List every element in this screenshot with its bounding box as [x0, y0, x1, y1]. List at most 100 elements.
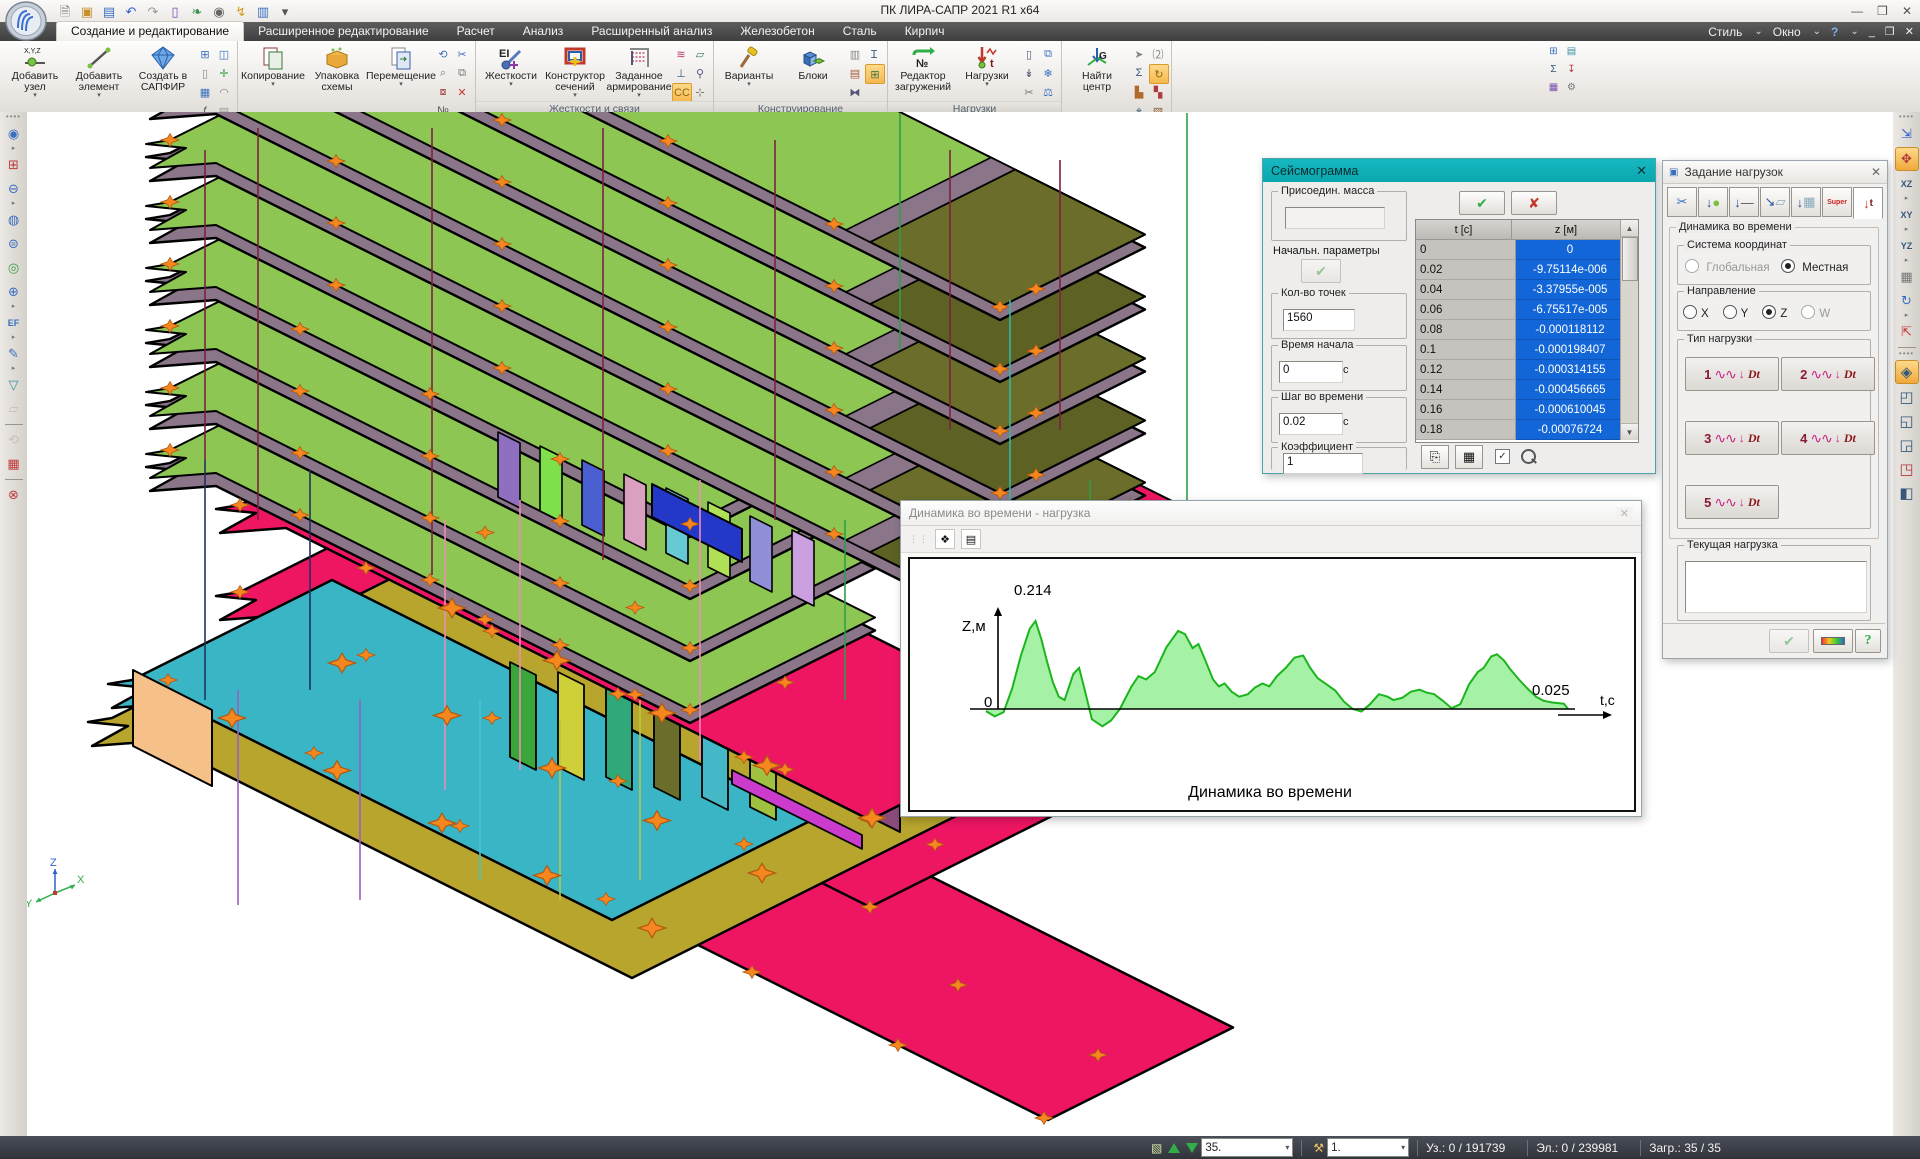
mesh-sphere-icon[interactable]: ⊕: [3, 281, 25, 303]
solid-load-tab-icon[interactable]: ↓▦: [1791, 187, 1821, 217]
palette-button[interactable]: [1813, 629, 1853, 653]
minimize-button[interactable]: —: [1851, 4, 1863, 18]
load-type-button-2[interactable]: 2∿∿↓Dt: [1781, 357, 1875, 391]
chart-window-close-icon[interactable]: ✕: [1616, 507, 1633, 520]
flyout-arrow[interactable]: ▸: [12, 201, 16, 208]
restore-button[interactable]: ❒: [1877, 4, 1888, 18]
flyout-arrow[interactable]: ▸: [1905, 227, 1909, 234]
current-load-field[interactable]: [1685, 561, 1867, 613]
axes-current-icon[interactable]: ✥: [1895, 147, 1919, 171]
dynamics-load-tab-icon[interactable]: ↓t: [1853, 187, 1883, 219]
load-type-button-5[interactable]: 5∿∿↓Dt: [1685, 485, 1779, 519]
view-front-icon[interactable]: ◱: [1896, 410, 1918, 432]
zoom-cancel-icon[interactable]: ⊗: [3, 484, 25, 506]
plate-load-tab-icon[interactable]: ↘▱: [1760, 187, 1790, 217]
truss-icon[interactable]: ◫: [215, 45, 233, 63]
load-type-button-1[interactable]: 1∿∿↓Dt: [1685, 357, 1779, 391]
ribbon-button-конструктор-сечений[interactable]: Конструктор сечений▾: [544, 43, 606, 101]
chart-values-icon[interactable]: ▤: [961, 529, 981, 549]
add-block-icon[interactable]: ⊞: [865, 64, 885, 84]
barrel-icon[interactable]: ▯: [196, 64, 214, 82]
ribbon-button-копирование[interactable]: Копирование▾: [242, 43, 304, 120]
dock-set-icon[interactable]: ⚙: [1564, 80, 1579, 95]
variant-combo[interactable]: 1.▾: [1327, 1138, 1409, 1157]
load-type-button-3[interactable]: 3∿∿↓Dt: [1685, 421, 1779, 455]
table-header-z[interactable]: z [м]: [1512, 220, 1621, 240]
table-row[interactable]: 00: [1416, 240, 1638, 260]
table-row[interactable]: 0.16-0.000610045: [1416, 400, 1638, 420]
stripes-horizontal-icon[interactable]: ⊜: [3, 233, 25, 255]
load-panel-close-icon[interactable]: ✕: [1871, 165, 1881, 179]
mass-icon[interactable]: ⚖: [1039, 83, 1057, 101]
table-header-t[interactable]: t [c]: [1416, 220, 1512, 240]
strip-load-icon[interactable]: ↡: [1020, 64, 1038, 82]
flyout-arrow[interactable]: ▸: [12, 366, 16, 373]
super-load-tab-icon[interactable]: Super: [1822, 187, 1852, 217]
next-load-icon[interactable]: [1186, 1143, 1198, 1153]
dock-sum-icon[interactable]: Σ: [1546, 62, 1561, 77]
start-time-field[interactable]: 0: [1279, 361, 1343, 383]
concrete-icon[interactable]: ▥: [846, 45, 864, 63]
dock-grid-icon[interactable]: ⊞: [1546, 44, 1561, 59]
rotate-z-icon[interactable]: ↻: [1896, 290, 1918, 312]
brick-icon[interactable]: ▤: [846, 64, 864, 82]
load-type-button-4[interactable]: 4∿∿↓Dt: [1781, 421, 1875, 455]
seismogram-ok-button[interactable]: ✔: [1459, 191, 1505, 215]
select-icon[interactable]: ⌕: [434, 64, 452, 82]
tab-расширенное-редактирование[interactable]: Расширенное редактирование: [244, 22, 443, 41]
lock-off-icon[interactable]: ⟲: [3, 429, 25, 451]
join-icon[interactable]: ⧓: [846, 83, 864, 101]
table-row[interactable]: 0.06-6.75517e-005: [1416, 300, 1638, 320]
mdi-minimize[interactable]: _: [1869, 26, 1875, 38]
chart-window-title-bar[interactable]: Динамика во времени - нагрузка ✕: [901, 501, 1641, 526]
dome-icon[interactable]: ◠: [215, 83, 233, 101]
filter-icon[interactable]: ▽: [3, 374, 25, 396]
status-hammer-icon[interactable]: ⚒: [1313, 1141, 1324, 1155]
select-arrow-icon[interactable]: ➤: [1130, 45, 1148, 63]
close-button[interactable]: ✕: [1902, 4, 1912, 18]
prev-load-icon[interactable]: [1168, 1143, 1180, 1153]
sum-icon[interactable]: Σ: [1130, 64, 1148, 82]
dock-load-icon[interactable]: ↧: [1564, 62, 1579, 77]
proj-yz-icon[interactable]: YZ: [1896, 235, 1918, 257]
table-row[interactable]: 0.1-0.000198407: [1416, 340, 1638, 360]
stiff-node-icon[interactable]: ⊹: [691, 83, 709, 101]
ribbon-button-перемещение[interactable]: Перемещение▾: [370, 43, 432, 120]
ef-icon[interactable]: EF: [3, 312, 25, 334]
tab-анализ[interactable]: Анализ: [509, 22, 578, 41]
copy-loads-icon[interactable]: ⧉: [1039, 45, 1057, 63]
edit-table-icon[interactable]: ▦: [1455, 445, 1483, 469]
radio-direction-w[interactable]: [1801, 305, 1815, 319]
chart-print-icon[interactable]: ❖: [935, 529, 955, 549]
node-load-tab-icon[interactable]: ↓●: [1698, 187, 1728, 217]
radio-local[interactable]: [1781, 259, 1795, 273]
tab-создание-и-редактирование[interactable]: Создание и редактирование: [56, 21, 244, 41]
stripes-vertical-icon[interactable]: ◍: [3, 209, 25, 231]
numbering-icon[interactable]: ⑵: [1149, 45, 1167, 63]
flyout-arrow[interactable]: ▸: [12, 146, 16, 153]
ibeam-icon[interactable]: Ɪ: [865, 45, 883, 63]
pile-icon[interactable]: ⚲: [691, 64, 709, 82]
ribbon-button-нагрузки[interactable]: tНагрузки▾: [956, 43, 1018, 101]
cut-loads-icon[interactable]: ✂: [1020, 83, 1038, 101]
view-top-icon[interactable]: ◰: [1896, 386, 1918, 408]
tab-кирпич[interactable]: Кирпич: [891, 22, 959, 41]
axes-red-icon[interactable]: ⇱: [1896, 321, 1918, 343]
building-icon[interactable]: ▦: [196, 83, 214, 101]
time-step-field[interactable]: 0.02: [1279, 413, 1343, 435]
view-iso-icon[interactable]: ◈: [1895, 360, 1919, 384]
initial-params-button[interactable]: ✔: [1301, 259, 1341, 283]
move-node-icon[interactable]: ✛: [215, 64, 233, 82]
axes-free-icon[interactable]: ⇲: [1896, 123, 1918, 145]
seismogram-title-bar[interactable]: Сейсмограмма ✕: [1263, 159, 1655, 182]
coefficient-field[interactable]: 1: [1283, 453, 1363, 474]
load-panel-title-bar[interactable]: ▣ Задание нагрузок ✕: [1663, 161, 1887, 184]
proj-xz-icon[interactable]: XZ: [1896, 173, 1918, 195]
mosaic-icon[interactable]: ▚: [1149, 83, 1167, 101]
cc2-icon[interactable]: CC: [672, 83, 692, 103]
frame-off-icon[interactable]: ▱: [3, 398, 25, 420]
radio-direction-z[interactable]: [1762, 305, 1776, 319]
toolbar-grip[interactable]: ••••: [1899, 114, 1914, 122]
seismogram-table[interactable]: t [c]z [м]000.02-9.75114e-0060.04-3.3795…: [1415, 219, 1639, 443]
view-box-icon[interactable]: ◧: [1896, 482, 1918, 504]
